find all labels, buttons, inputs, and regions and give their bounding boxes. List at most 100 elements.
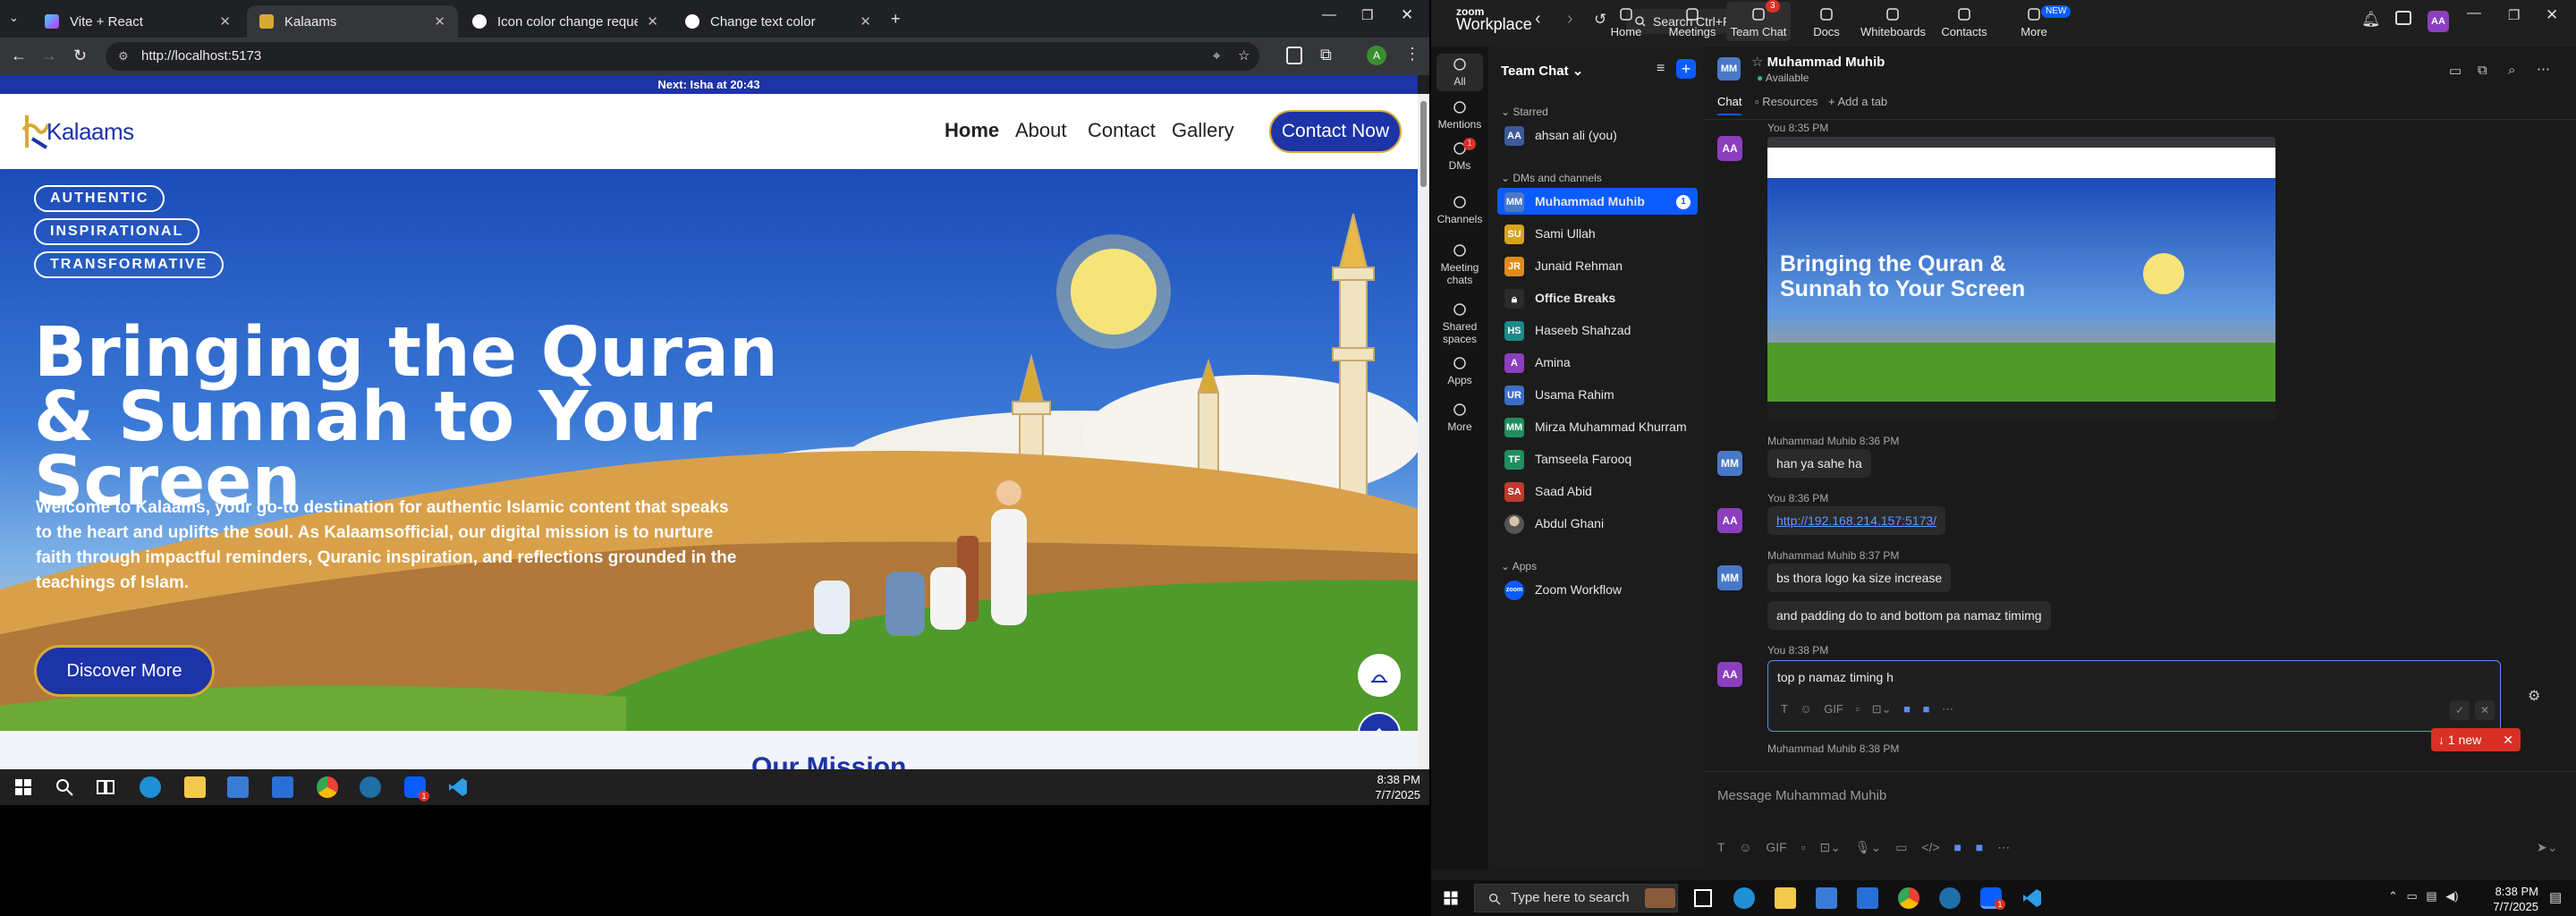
confirm-edit-icon[interactable]: ✓ (2450, 700, 2470, 720)
edge-icon[interactable] (140, 776, 161, 798)
store-icon[interactable] (227, 776, 249, 798)
close-window-icon[interactable]: ✕ (2546, 6, 2558, 24)
message-input[interactable]: Message Muhammad Muhib (1717, 788, 1886, 803)
tab-search-icon[interactable]: ⌄ (9, 11, 19, 25)
nav-gallery[interactable]: Gallery (1172, 119, 1234, 142)
app-icon[interactable] (360, 776, 381, 798)
top-tab-whiteboards[interactable]: Whiteboards (1860, 7, 1926, 38)
message-bubble[interactable]: han ya sahe ha (1767, 449, 1871, 478)
send-icon[interactable]: ➤⌄ (2537, 840, 2557, 855)
tab-icon-color[interactable]: Icon color change request ✕ (460, 5, 671, 38)
section-dms[interactable]: ⌄ DMs and channels (1501, 172, 1602, 184)
address-bar[interactable]: ⚙ http://localhost:5173 ⌖ ☆ (106, 42, 1259, 71)
message-avatar[interactable]: AA (1717, 662, 1742, 687)
nav-about[interactable]: About (1015, 119, 1067, 142)
nav-home[interactable]: Home (945, 119, 999, 142)
chat-list-item[interactable]: SU Sami Ullah (1497, 220, 1698, 247)
logo-text[interactable]: Kalaams (47, 118, 134, 146)
top-tab-contacts[interactable]: Contacts (1932, 7, 1996, 38)
rail-all[interactable]: All (1436, 54, 1483, 91)
tab-resources[interactable]: ▫ Resources (1755, 95, 1818, 108)
tab-vite-react[interactable]: Vite + React ✕ (32, 5, 243, 38)
close-badge-icon[interactable]: ✕ (2503, 728, 2513, 751)
store-icon[interactable] (1816, 887, 1837, 909)
new-chat-button[interactable]: + (1676, 59, 1696, 79)
top-tab-home[interactable]: Home (1594, 7, 1658, 38)
taskbar-clock[interactable]: 8:38 PM 7/7/2025 (2469, 884, 2538, 914)
section-starred[interactable]: ⌄ Starred (1501, 106, 1548, 118)
chat-list-item[interactable]: MM Muhammad Muhib 1 (1497, 188, 1698, 215)
location-icon[interactable]: ⌖ (1213, 42, 1220, 71)
mail-icon[interactable] (272, 776, 293, 798)
profile-avatar[interactable]: A (1367, 46, 1386, 65)
settings-gear-icon[interactable]: ⚙ (2528, 687, 2540, 705)
scrollbar-thumb[interactable] (1420, 101, 1427, 187)
top-tab-team-chat[interactable]: Team Chat 3 (1726, 0, 1791, 41)
chat-search-icon[interactable]: ⌕ (2508, 63, 2515, 78)
message-bubble[interactable]: and padding do to and bottom pa namaz ti… (1767, 601, 2051, 630)
cancel-edit-icon[interactable]: ✕ (2475, 700, 2495, 720)
tab-kalaams[interactable]: Kalaams ✕ (247, 5, 458, 38)
rail-channels[interactable]: Channels (1431, 195, 1488, 225)
message-avatar[interactable]: MM (1717, 451, 1742, 476)
task-view-icon[interactable] (1694, 889, 1712, 907)
close-window-icon[interactable]: ✕ (1401, 6, 1413, 24)
message-avatar[interactable]: AA (1717, 136, 1742, 161)
minimize-icon[interactable]: — (2467, 5, 2481, 21)
close-tab-icon[interactable]: ✕ (860, 13, 871, 30)
task-view-icon[interactable] (95, 776, 116, 798)
windows-start-icon[interactable] (13, 776, 34, 798)
contact-avatar[interactable]: MM (1717, 57, 1741, 81)
top-tab-meetings[interactable]: Meetings (1660, 7, 1724, 38)
chrome-icon[interactable] (317, 776, 338, 798)
taskbar-search[interactable]: Type here to search (1474, 884, 1678, 912)
share-screen-icon[interactable]: ⧉ (2478, 63, 2487, 78)
maximize-icon[interactable]: ❐ (1361, 7, 1373, 23)
edit-format-toolbar[interactable]: T ☺ GIF ▫ ⊡⌄ ■ ■ ⋯ (1781, 702, 1953, 717)
file-explorer-icon[interactable] (1775, 887, 1796, 909)
chat-list-item[interactable]: SA Saad Abid (1497, 478, 1698, 505)
back-icon[interactable]: ← (11, 47, 27, 65)
contact-now-button[interactable]: Contact Now (1269, 110, 1402, 153)
browser-menu-icon[interactable]: ⋮ (1404, 45, 1420, 64)
window-toggle-icon[interactable] (2395, 11, 2411, 25)
message-bubble[interactable]: bs thora logo ka size increase (1767, 564, 1952, 592)
discover-more-button[interactable]: Discover More (34, 645, 215, 697)
add-tab[interactable]: + Add a tab (1828, 95, 1887, 108)
section-apps[interactable]: ⌄ Apps (1501, 560, 1537, 572)
vscode-icon[interactable] (447, 776, 469, 798)
site-info-icon[interactable]: ⚙ (118, 42, 129, 71)
close-tab-icon[interactable]: ✕ (647, 13, 658, 30)
reload-icon[interactable]: ↻ (73, 47, 87, 65)
star-icon[interactable]: ☆ (1751, 55, 1767, 70)
rail-more[interactable]: More (1431, 403, 1488, 433)
edit-message-text[interactable]: top p namaz timing h (1777, 670, 1894, 684)
rail-shared-spaces[interactable]: Shared spaces (1431, 302, 1488, 345)
nav-contact[interactable]: Contact (1088, 119, 1156, 142)
tab-change-text-color[interactable]: Change text color ✕ (673, 5, 884, 38)
contact-name[interactable]: ☆ Muhammad Muhib (1751, 54, 1885, 70)
rail-dms[interactable]: DMs 1 (1431, 138, 1488, 172)
close-tab-icon[interactable]: ✕ (219, 13, 231, 30)
chat-list-item[interactable]: JR Junaid Rehman (1497, 252, 1698, 279)
app-icon[interactable] (1939, 887, 1961, 909)
message-avatar[interactable]: AA (1717, 508, 1742, 533)
rail-meeting-chats[interactable]: Meeting chats (1431, 243, 1488, 286)
windows-start-icon[interactable] (1442, 889, 1460, 907)
shared-screenshot-image[interactable]: Bringing the Quran & Sunnah to Your Scre… (1767, 137, 2275, 421)
maximize-icon[interactable]: ❐ (2508, 7, 2520, 23)
forward-icon[interactable]: › (1567, 9, 1573, 30)
zoom-taskbar-icon[interactable]: 1 (404, 776, 429, 802)
chat-list-item[interactable]: 🔒︎ Office Breaks (1497, 284, 1698, 311)
message-link[interactable]: http://192.168.214.157:5173/ (1767, 506, 1946, 535)
close-tab-icon[interactable]: ✕ (434, 13, 445, 30)
chat-list-item[interactable]: AA ahsan ali (you) (1497, 122, 1698, 148)
chat-list-item[interactable]: A Amina (1497, 349, 1698, 376)
edit-message-box[interactable]: top p namaz timing h T ☺ GIF ▫ ⊡⌄ ■ ■ ⋯ … (1767, 660, 2501, 732)
mail-icon[interactable] (1857, 887, 1878, 909)
top-tab-docs[interactable]: Docs (1794, 7, 1859, 38)
bookmark-star-icon[interactable]: ☆ (1238, 42, 1250, 71)
rail-apps[interactable]: Apps (1431, 356, 1488, 386)
new-tab-icon[interactable]: + (891, 10, 901, 29)
taskbar-clock[interactable]: 8:38 PM 7/7/2025 (1360, 772, 1420, 802)
